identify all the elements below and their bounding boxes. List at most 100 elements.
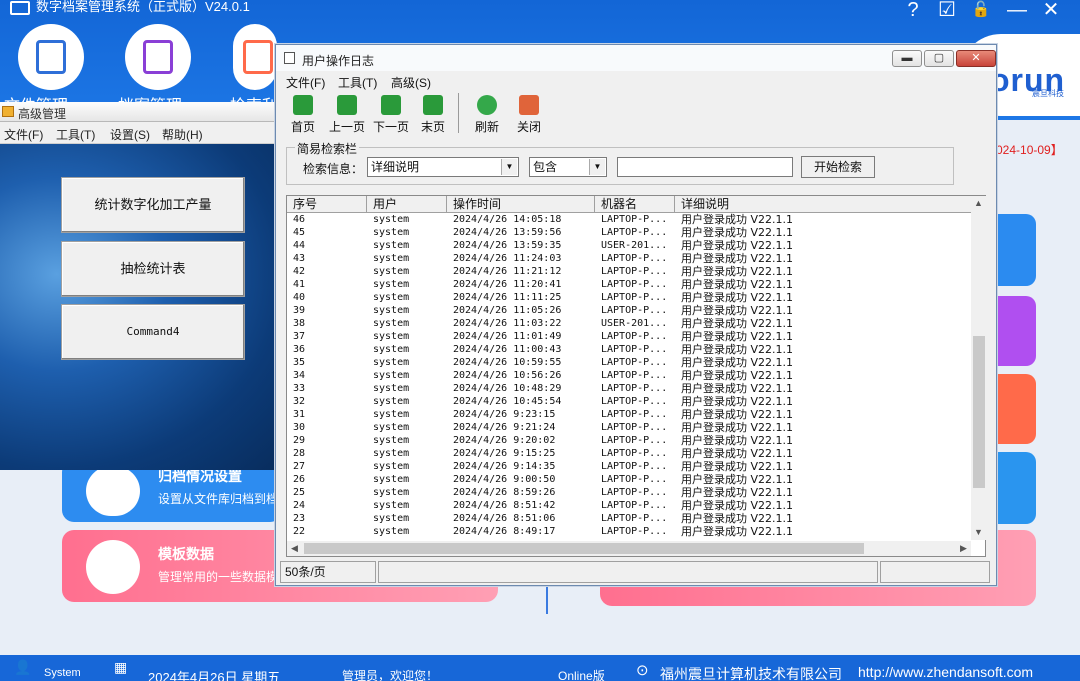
digitization-output-button[interactable]: 统计数字化加工产量 <box>61 177 245 233</box>
scroll-left-icon[interactable]: ◀ <box>287 541 302 556</box>
cell-seq: 44 <box>293 240 306 251</box>
table-row[interactable]: 32 system 2024/4/26 10:45:54 LAPTOP-P... 用户登… <box>287 395 971 408</box>
sampling-stats-button[interactable]: 抽检统计表 <box>61 241 245 297</box>
menu-tools[interactable]: 工具(T) <box>56 126 95 143</box>
cell-time: 2024/4/26 9:21:24 <box>453 422 556 433</box>
scroll-up-icon[interactable]: ▲ <box>971 196 986 211</box>
cell-detail: 用户登录成功 V22.1.1 <box>681 304 794 317</box>
cell-seq: 37 <box>293 331 306 342</box>
archive-settings-icon <box>86 466 140 516</box>
table-row[interactable]: 37 system 2024/4/26 11:01:49 LAPTOP-P... 用户登… <box>287 330 971 343</box>
cell-seq: 24 <box>293 500 306 511</box>
log-menu-advanced[interactable]: 高级(S) <box>391 74 431 91</box>
horizontal-scroll-thumb[interactable] <box>304 543 864 554</box>
close-log-button[interactable]: 关闭 <box>510 91 548 137</box>
log-titlebar[interactable]: 用户操作日志 ▬ ▢ ✕ <box>276 45 996 71</box>
table-row[interactable]: 34 system 2024/4/26 10:56:26 LAPTOP-P... 用户登… <box>287 369 971 382</box>
cell-seq: 43 <box>293 253 306 264</box>
status-url[interactable]: http://www.zhendansoft.com <box>858 664 1033 680</box>
table-row[interactable]: 45 system 2024/4/26 13:59:56 LAPTOP-P... 用户登… <box>287 226 971 239</box>
table-row[interactable]: 35 system 2024/4/26 10:59:55 LAPTOP-P... 用户登… <box>287 356 971 369</box>
cell-user: system <box>373 370 410 381</box>
cell-detail: 用户登录成功 V22.1.1 <box>681 343 794 356</box>
cell-machine: LAPTOP-P... <box>601 279 668 290</box>
horizontal-scrollbar[interactable]: ◀ ▶ <box>287 541 971 556</box>
search-input[interactable] <box>617 157 793 177</box>
next-page-button[interactable]: 下一页 <box>372 91 410 137</box>
col-header-time[interactable]: 操作时间 <box>447 196 595 212</box>
table-row[interactable]: 27 system 2024/4/26 9:14:35 LAPTOP-P... 用户登录… <box>287 460 971 473</box>
table-row[interactable]: 26 system 2024/4/26 9:00:50 LAPTOP-P... 用户登录… <box>287 473 971 486</box>
cell-detail: 用户登录成功 V22.1.1 <box>681 525 794 538</box>
table-row[interactable]: 43 system 2024/4/26 11:24:03 LAPTOP-P... 用户登… <box>287 252 971 265</box>
table-row[interactable]: 30 system 2024/4/26 9:21:24 LAPTOP-P... 用户登录… <box>287 421 971 434</box>
table-row[interactable]: 25 system 2024/4/26 8:59:26 LAPTOP-P... 用户登录… <box>287 486 971 499</box>
cell-time: 2024/4/26 9:20:02 <box>453 435 556 446</box>
status-edition: Online版 <box>558 669 605 681</box>
refresh-button[interactable]: 刷新 <box>468 91 506 137</box>
search-legend: 简易检索栏 <box>295 140 360 157</box>
cell-detail: 用户登录成功 V22.1.1 <box>681 239 794 252</box>
vertical-scrollbar[interactable]: ▲ ▼ <box>971 196 986 540</box>
cell-user: system <box>373 396 410 407</box>
last-page-button[interactable]: 末页 <box>414 91 452 137</box>
archive-manage-icon[interactable] <box>125 24 191 90</box>
table-row[interactable]: 40 system 2024/4/26 11:11:25 LAPTOP-P... 用户登… <box>287 291 971 304</box>
vertical-scroll-thumb[interactable] <box>973 336 985 488</box>
cell-detail: 用户登录成功 V22.1.1 <box>681 499 794 512</box>
maximize-button[interactable]: ▢ <box>924 50 954 67</box>
table-row[interactable]: 29 system 2024/4/26 9:20:02 LAPTOP-P... 用户登录… <box>287 434 971 447</box>
lock-icon[interactable]: 🔓 <box>970 0 992 22</box>
col-header-detail[interactable]: 详细说明 <box>675 196 971 212</box>
table-row[interactable]: 42 system 2024/4/26 11:21:12 LAPTOP-P... 用户登… <box>287 265 971 278</box>
menu-file[interactable]: 文件(F) <box>4 126 43 143</box>
menu-help[interactable]: 帮助(H) <box>162 126 203 143</box>
check-icon[interactable]: ☑ <box>936 0 958 22</box>
table-row[interactable]: 36 system 2024/4/26 11:00:43 LAPTOP-P... 用户登… <box>287 343 971 356</box>
minimize-button[interactable]: ▬ <box>892 50 922 67</box>
search-operator-select[interactable]: 包含 ▼ <box>529 157 607 177</box>
table-row[interactable]: 22 system 2024/4/26 8:49:17 LAPTOP-P... 用户登录… <box>287 525 971 538</box>
log-menu-tools[interactable]: 工具(T) <box>338 74 377 91</box>
table-row[interactable]: 31 system 2024/4/26 9:23:15 LAPTOP-P... 用户登录… <box>287 408 971 421</box>
table-row[interactable]: 39 system 2024/4/26 11:05:26 LAPTOP-P... 用户登… <box>287 304 971 317</box>
col-header-user[interactable]: 用户 <box>367 196 447 212</box>
help-icon[interactable]: ? <box>902 0 924 22</box>
log-statusbar: 50条/页 <box>280 561 992 583</box>
app-status-bar: 👤 System ▦ 2024年4月26日 星期五 管理员，欢迎您！ Onlin… <box>0 655 1080 681</box>
cell-user: system <box>373 526 410 537</box>
minimize-icon[interactable]: — <box>1006 0 1028 22</box>
cell-user: system <box>373 357 410 368</box>
prev-page-button[interactable]: 上一页 <box>328 91 366 137</box>
log-menu-file[interactable]: 文件(F) <box>286 74 325 91</box>
first-page-button[interactable]: 首页 <box>284 91 322 137</box>
close-icon[interactable]: ✕ <box>1040 0 1062 22</box>
cell-time: 2024/4/26 9:00:50 <box>453 474 556 485</box>
cell-user: system <box>373 409 410 420</box>
table-row[interactable]: 33 system 2024/4/26 10:48:29 LAPTOP-P... 用户登… <box>287 382 971 395</box>
cell-user: system <box>373 318 410 329</box>
table-row[interactable]: 28 system 2024/4/26 9:15:25 LAPTOP-P... 用户登录… <box>287 447 971 460</box>
cell-machine: LAPTOP-P... <box>601 526 668 537</box>
stats-titlebar[interactable]: 高级管理 <box>0 102 284 122</box>
table-row[interactable]: 24 system 2024/4/26 8:51:42 LAPTOP-P... 用户登录… <box>287 499 971 512</box>
table-row[interactable]: 41 system 2024/4/26 11:20:41 LAPTOP-P... 用户登… <box>287 278 971 291</box>
close-button[interactable]: ✕ <box>956 50 996 67</box>
command4-button[interactable]: Command4 <box>61 304 245 360</box>
table-row[interactable]: 23 system 2024/4/26 8:51:06 LAPTOP-P... 用户登录… <box>287 512 971 525</box>
file-manage-icon[interactable] <box>18 24 84 90</box>
table-row[interactable]: 46 system 2024/4/26 14:05:18 LAPTOP-P... 用户登… <box>287 213 971 226</box>
last-page-icon <box>423 95 443 115</box>
cell-machine: USER-201... <box>601 318 668 329</box>
menu-settings[interactable]: 设置(S) <box>110 126 150 143</box>
scroll-down-icon[interactable]: ▼ <box>971 525 986 540</box>
start-search-button[interactable]: 开始检索 <box>801 156 875 178</box>
col-header-machine[interactable]: 机器名 <box>595 196 675 212</box>
table-row[interactable]: 38 system 2024/4/26 11:03:22 USER-201... 用户登… <box>287 317 971 330</box>
cell-detail: 用户登录成功 V22.1.1 <box>681 330 794 343</box>
col-header-seq[interactable]: 序号 <box>287 196 367 212</box>
table-row[interactable]: 44 system 2024/4/26 13:59:35 USER-201... 用户登… <box>287 239 971 252</box>
scroll-right-icon[interactable]: ▶ <box>956 541 971 556</box>
search-manage-icon[interactable] <box>233 24 277 90</box>
search-field-select[interactable]: 详细说明 ▼ <box>367 157 519 177</box>
